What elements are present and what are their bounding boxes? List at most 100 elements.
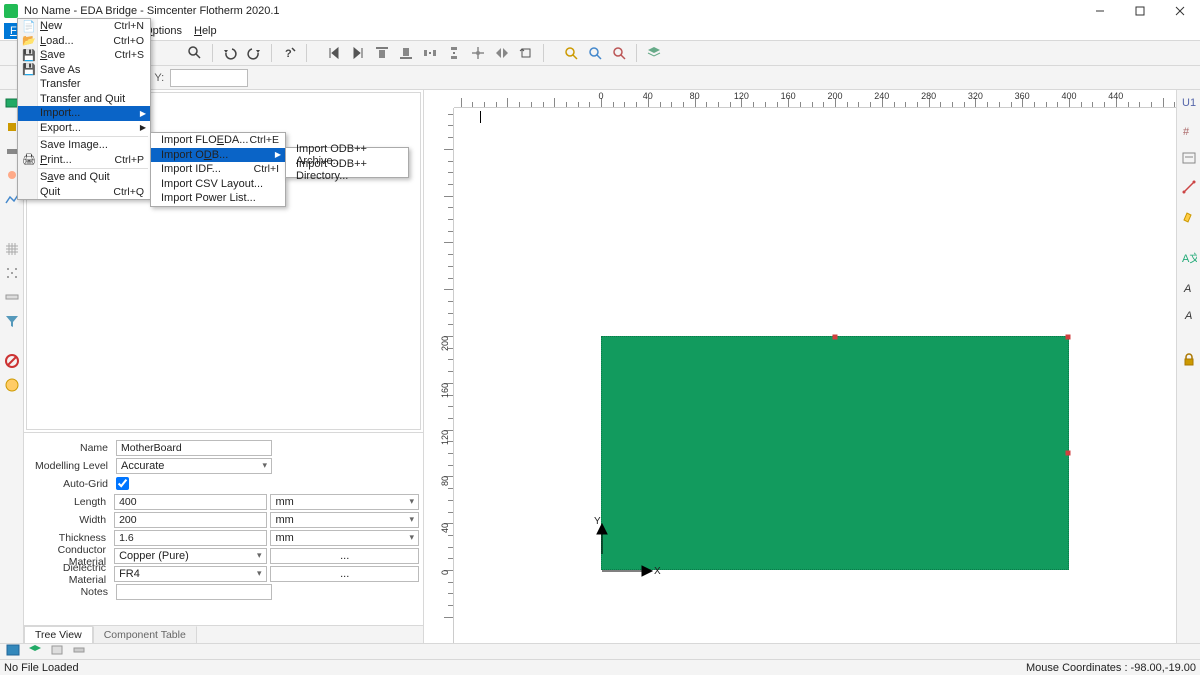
import-odb-directory[interactable]: Import ODB++ Directory... xyxy=(286,163,408,178)
center-icon[interactable] xyxy=(467,42,489,64)
print-icon: 🖨 xyxy=(22,153,36,167)
prop-dm-select[interactable]: FR4▾ xyxy=(114,566,266,582)
file-import[interactable]: Import...▶ xyxy=(18,106,150,121)
svg-text:A文: A文 xyxy=(1182,251,1197,265)
import-submenu: Import FLOEDA...Ctrl+E Import ODB...▶ Im… xyxy=(150,132,286,207)
import-floeda[interactable]: Import FLOEDA...Ctrl+E xyxy=(151,133,285,148)
prop-thk-input[interactable] xyxy=(114,530,266,546)
file-new[interactable]: 📄NewCtrl+N xyxy=(18,19,150,34)
forbid-icon[interactable] xyxy=(3,352,21,370)
resize-handle-top[interactable] xyxy=(833,335,838,340)
coord-y-input[interactable] xyxy=(170,69,248,87)
prop-len-input[interactable] xyxy=(114,494,266,510)
font-small-icon[interactable]: A xyxy=(1180,306,1198,324)
help-icon[interactable]: ? xyxy=(278,42,300,64)
pcb-board[interactable] xyxy=(601,336,1069,570)
layers-icon[interactable] xyxy=(643,42,665,64)
canvas[interactable]: Y X xyxy=(454,108,1176,643)
prop-notes-input[interactable] xyxy=(116,584,272,600)
prop-thk-unit[interactable]: mm▾ xyxy=(270,530,419,546)
import-idf[interactable]: Import IDF...Ctrl+I xyxy=(151,162,285,177)
ruler-icon[interactable] xyxy=(3,288,21,306)
right-toolstrip: U1 # A文 A A xyxy=(1176,90,1200,643)
file-load[interactable]: 📂Load...Ctrl+O xyxy=(18,34,150,49)
highlight-icon[interactable] xyxy=(1180,206,1198,224)
find-icon[interactable] xyxy=(184,42,206,64)
redo-icon[interactable] xyxy=(243,42,265,64)
font-a-icon[interactable]: A xyxy=(1180,278,1198,296)
dist-v-icon[interactable] xyxy=(443,42,465,64)
zoom-fit-icon[interactable] xyxy=(560,42,582,64)
prop-name-label: Name xyxy=(28,442,116,454)
import-csv[interactable]: Import CSV Layout... xyxy=(151,177,285,192)
measure-icon[interactable] xyxy=(1180,178,1198,196)
prop-name-input[interactable] xyxy=(116,440,272,456)
file-save-image[interactable]: Save Image... xyxy=(18,138,150,153)
dots-icon[interactable] xyxy=(3,264,21,282)
minimize-button[interactable] xyxy=(1080,0,1120,22)
file-transfer-quit[interactable]: Transfer and Quit xyxy=(18,92,150,107)
close-button[interactable] xyxy=(1160,0,1200,22)
resize-handle-tr[interactable] xyxy=(1066,335,1071,340)
prop-wid-input[interactable] xyxy=(114,512,266,528)
undo-icon[interactable] xyxy=(219,42,241,64)
annotation-icon[interactable] xyxy=(1180,150,1198,168)
window-title: No Name - EDA Bridge - Simcenter Flother… xyxy=(24,5,280,17)
prop-ml-select[interactable]: Accurate▾ xyxy=(116,458,272,474)
status-right: Mouse Coordinates : -98.00,-19.00 xyxy=(1026,662,1196,674)
dist-h-icon[interactable] xyxy=(419,42,441,64)
zoom-area-icon[interactable] xyxy=(584,42,606,64)
prop-len-unit[interactable]: mm▾ xyxy=(270,494,419,510)
globe-icon[interactable] xyxy=(3,376,21,394)
grid-icon[interactable] xyxy=(3,240,21,258)
save-as-icon: 💾 xyxy=(22,63,36,77)
view-side-icon[interactable] xyxy=(70,645,90,659)
zoom-sel-icon[interactable] xyxy=(608,42,630,64)
prop-ag-check[interactable] xyxy=(116,477,129,490)
file-print[interactable]: 🖨Print...Ctrl+P xyxy=(18,153,150,168)
save-icon: 💾 xyxy=(22,48,36,62)
svg-text:A: A xyxy=(1184,310,1192,322)
view-iso-icon[interactable] xyxy=(26,645,46,659)
lock-icon[interactable] xyxy=(1180,350,1198,368)
rotate-icon[interactable] xyxy=(515,42,537,64)
import-odb[interactable]: Import ODB...▶ xyxy=(151,148,285,163)
file-quit[interactable]: QuitCtrl+Q xyxy=(18,185,150,200)
tab-tree-view[interactable]: Tree View xyxy=(24,626,93,643)
file-menu: 📄NewCtrl+N 📂Load...Ctrl+O 💾SaveCtrl+S 💾S… xyxy=(17,18,151,200)
file-save-quit[interactable]: Save and Quit xyxy=(18,170,150,185)
ruler-horizontal: 04080120160200240280320360400440 xyxy=(454,90,1176,108)
file-transfer[interactable]: Transfer xyxy=(18,77,150,92)
menu-help[interactable]: Help xyxy=(188,23,223,39)
prop-dm-label: Dielectric Material xyxy=(28,562,114,586)
label-d1-icon[interactable]: U1 xyxy=(1180,94,1198,112)
view-3d-icon[interactable] xyxy=(4,645,24,659)
flip-h-icon[interactable] xyxy=(491,42,513,64)
tab-component-table[interactable]: Component Table xyxy=(93,626,197,643)
axis-x-arrow xyxy=(602,564,652,581)
skip-last-icon[interactable] xyxy=(347,42,369,64)
resize-handle-right[interactable] xyxy=(1066,451,1071,456)
prop-wid-unit[interactable]: mm▾ xyxy=(270,512,419,528)
status-left: No File Loaded xyxy=(4,662,79,674)
prop-cm-browse[interactable]: ... xyxy=(270,548,419,564)
file-save[interactable]: 💾SaveCtrl+S xyxy=(18,48,150,63)
prop-ml-label: Modelling Level xyxy=(28,460,116,472)
file-export[interactable]: Export...▶ xyxy=(18,121,150,136)
skip-first-icon[interactable] xyxy=(323,42,345,64)
align-bottom-icon[interactable] xyxy=(395,42,417,64)
label-hash-icon[interactable]: # xyxy=(1180,122,1198,140)
maximize-button[interactable] xyxy=(1120,0,1160,22)
title-bar: No Name - EDA Bridge - Simcenter Flother… xyxy=(0,0,1200,22)
prop-cm-select[interactable]: Copper (Pure)▾ xyxy=(114,548,266,564)
import-power[interactable]: Import Power List... xyxy=(151,191,285,206)
filter-icon[interactable] xyxy=(3,312,21,330)
translate-icon[interactable]: A文 xyxy=(1180,250,1198,268)
svg-text:U1: U1 xyxy=(1182,97,1196,109)
prop-dm-browse[interactable]: ... xyxy=(270,566,419,582)
file-save-as[interactable]: 💾Save As xyxy=(18,63,150,78)
coord-bar: X: Y: xyxy=(0,66,1200,90)
align-top-icon[interactable] xyxy=(371,42,393,64)
open-icon: 📂 xyxy=(22,34,36,48)
view-top-icon[interactable] xyxy=(48,645,68,659)
